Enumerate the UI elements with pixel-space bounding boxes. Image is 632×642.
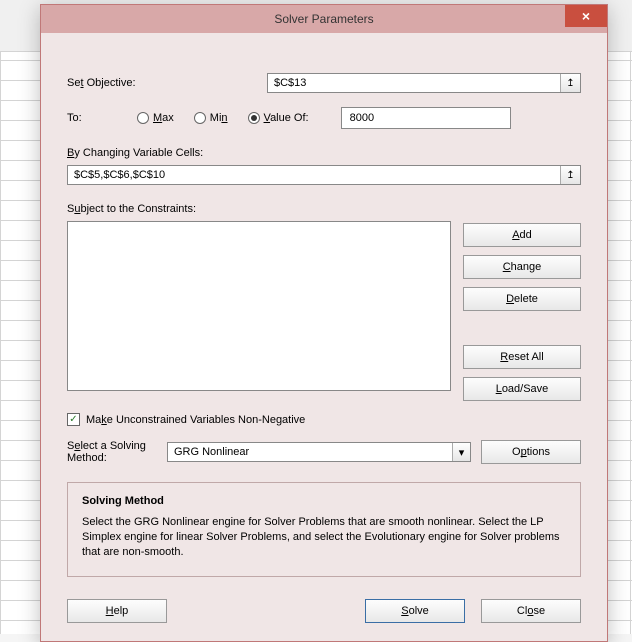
radio-value-of[interactable]: Value Of: (248, 112, 309, 124)
changing-cells-label: By Changing Variable Cells: (67, 147, 581, 159)
chevron-down-icon[interactable]: ▾ (452, 443, 470, 461)
change-button[interactable]: Change (463, 255, 581, 279)
range-picker-icon[interactable]: ↥ (560, 74, 580, 92)
radio-min[interactable]: Min (194, 112, 228, 124)
info-header: Solving Method (82, 495, 566, 507)
options-button[interactable]: Options (481, 440, 581, 464)
dialog-title: Solver Parameters (274, 12, 373, 26)
solving-method-select[interactable]: GRG Nonlinear ▾ (167, 442, 471, 462)
close-button[interactable]: Close (481, 599, 581, 623)
delete-button[interactable]: Delete (463, 287, 581, 311)
value-of-input[interactable] (348, 111, 504, 125)
solving-method-info: Solving Method Select the GRG Nonlinear … (67, 482, 581, 577)
set-objective-input[interactable] (268, 74, 560, 92)
to-label: To: (67, 112, 117, 124)
add-button[interactable]: Add (463, 223, 581, 247)
constraints-listbox[interactable] (67, 221, 451, 391)
constraints-label: Subject to the Constraints: (67, 203, 581, 215)
help-button[interactable]: Help (67, 599, 167, 623)
changing-cells-input[interactable] (68, 166, 560, 184)
nonnegative-checkbox[interactable] (67, 413, 80, 426)
nonnegative-label: Make Unconstrained Variables Non-Negativ… (86, 414, 305, 426)
close-icon[interactable]: × (565, 5, 607, 27)
set-objective-label: Set Objective: (67, 77, 267, 89)
reset-all-button[interactable]: Reset All (463, 345, 581, 369)
solver-parameters-dialog: Solver Parameters × Set Objective: ↥ To:… (40, 4, 608, 642)
radio-max[interactable]: Max (137, 112, 174, 124)
load-save-button[interactable]: Load/Save (463, 377, 581, 401)
range-picker-icon[interactable]: ↥ (560, 166, 580, 184)
titlebar[interactable]: Solver Parameters × (41, 5, 607, 33)
info-text: Select the GRG Nonlinear engine for Solv… (82, 515, 566, 560)
solving-method-label: Select a Solving Method: (67, 440, 157, 464)
solve-button[interactable]: Solve (365, 599, 465, 623)
